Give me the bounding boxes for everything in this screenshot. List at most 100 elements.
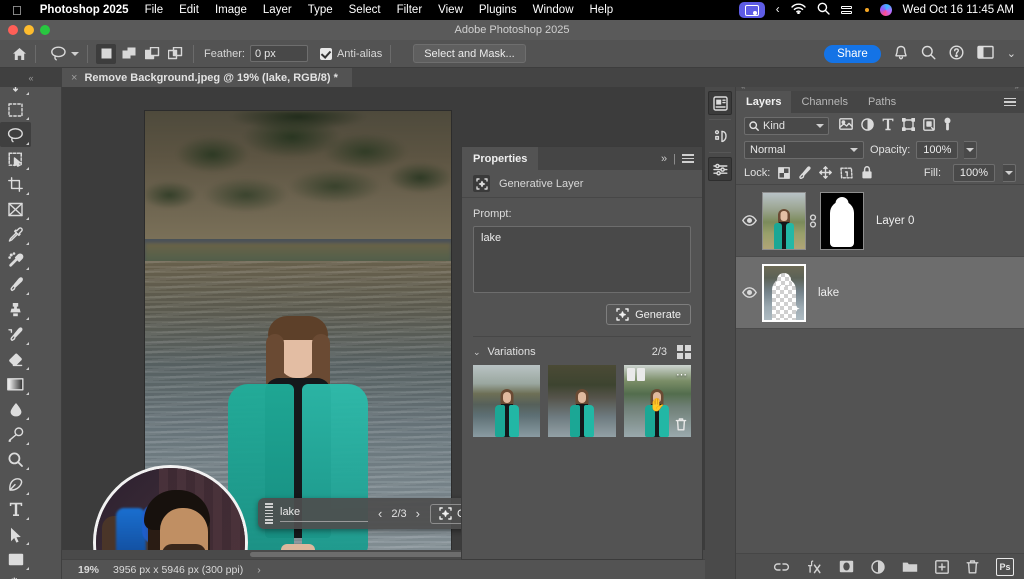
next-variation-button[interactable]: › — [416, 506, 420, 521]
delete-variation-icon[interactable] — [675, 418, 687, 434]
menu-item-filter[interactable]: Filter — [389, 4, 431, 16]
type-filter-icon[interactable] — [882, 118, 894, 134]
document-tab[interactable]: × Remove Background.jpeg @ 19% (lake, RG… — [62, 68, 352, 87]
delete-layer-icon[interactable] — [966, 560, 979, 574]
layer-name[interactable]: Layer 0 — [876, 215, 914, 227]
subtract-from-selection-button[interactable] — [142, 44, 162, 64]
menu-item-view[interactable]: View — [430, 4, 471, 16]
new-selection-button[interactable] — [96, 44, 116, 64]
menu-item-select[interactable]: Select — [341, 4, 389, 16]
libraries-panel-icon[interactable] — [708, 157, 732, 181]
filter-kind-select[interactable]: Kind — [744, 117, 829, 135]
lasso-tool[interactable] — [0, 122, 31, 147]
layer-visibility-toggle[interactable] — [736, 215, 762, 226]
feather-input[interactable] — [250, 45, 308, 62]
link-mask-icon[interactable] — [806, 212, 820, 230]
menu-item-help[interactable]: Help — [582, 4, 622, 16]
layer-name[interactable]: lake — [818, 287, 839, 299]
menu-app-name[interactable]: Photoshop 2025 — [32, 4, 137, 16]
smart-object-filter-icon[interactable] — [923, 118, 935, 134]
variation-more-icon[interactable]: ⋯ — [676, 368, 688, 381]
search-icon[interactable] — [817, 2, 830, 18]
help-icon[interactable] — [949, 45, 964, 63]
prompt-textarea[interactable]: lake — [473, 226, 691, 293]
eraser-tool[interactable] — [0, 347, 31, 372]
share-button[interactable]: Share — [824, 45, 881, 63]
properties-panel-icon[interactable] — [708, 91, 732, 115]
chevron-down-icon[interactable] — [816, 124, 824, 128]
collapse-panel-icon[interactable]: » — [661, 153, 667, 165]
antialias-group[interactable]: Anti-alias — [320, 48, 382, 60]
menu-item-plugins[interactable]: Plugins — [471, 4, 525, 16]
gradient-tool[interactable] — [0, 372, 31, 397]
lock-transparent-pixels-icon[interactable] — [778, 167, 790, 179]
pixel-filter-icon[interactable] — [839, 118, 853, 133]
variation-tools-icon[interactable] — [627, 368, 645, 381]
menu-item-layer[interactable]: Layer — [255, 4, 300, 16]
intersect-selection-button[interactable] — [165, 44, 185, 64]
home-icon[interactable] — [12, 47, 27, 61]
workspace-icon[interactable] — [977, 45, 994, 62]
add-layer-mask-icon[interactable] — [839, 560, 854, 573]
new-group-icon[interactable] — [902, 561, 918, 573]
dodge-tool[interactable] — [0, 422, 31, 447]
tab-paths[interactable]: Paths — [858, 91, 906, 113]
crop-tool[interactable] — [0, 172, 31, 197]
path-selection-tool[interactable] — [0, 522, 31, 547]
lock-artboard-icon[interactable] — [840, 167, 853, 179]
antialias-checkbox[interactable] — [320, 48, 332, 60]
panel-menu-icon[interactable] — [682, 154, 694, 163]
close-icon[interactable]: × — [71, 72, 77, 84]
panel-menu-icon[interactable] — [1004, 98, 1016, 107]
opacity-value[interactable]: 100% — [916, 141, 958, 159]
object-selection-tool[interactable] — [0, 147, 31, 172]
pen-tool[interactable] — [0, 472, 31, 497]
rectangle-tool[interactable] — [0, 547, 31, 572]
search-icon[interactable] — [921, 45, 936, 63]
clone-stamp-tool[interactable] — [0, 297, 31, 322]
ps-badge-icon[interactable]: Ps — [996, 558, 1014, 576]
variation-thumbnail-1[interactable] — [473, 365, 540, 437]
lock-all-icon[interactable] — [861, 166, 873, 179]
table-row[interactable]: Layer 0 — [736, 185, 1024, 257]
shape-filter-icon[interactable] — [902, 118, 915, 134]
generative-prompt-input[interactable]: lake — [280, 506, 368, 522]
toggle-filter-icon[interactable] — [943, 117, 952, 134]
chevron-left-icon[interactable]: ‹ — [776, 4, 780, 16]
new-layer-icon[interactable] — [935, 560, 949, 574]
tab-channels[interactable]: Channels — [791, 91, 857, 113]
marquee-tool[interactable] — [0, 97, 31, 122]
layer-style-fx-icon[interactable] — [807, 560, 822, 574]
hand-tool[interactable] — [0, 572, 31, 579]
spot-healing-brush-tool[interactable] — [0, 247, 31, 272]
layer-mask-thumbnail[interactable] — [820, 192, 864, 250]
generate-button[interactable]: Generate — [606, 304, 691, 325]
type-tool[interactable] — [0, 497, 31, 522]
layer-thumbnail[interactable] — [762, 264, 806, 322]
table-row[interactable]: lake — [736, 257, 1024, 329]
grid-view-icon[interactable] — [677, 345, 691, 359]
select-and-mask-button[interactable]: Select and Mask... — [413, 44, 526, 63]
eyedropper-tool[interactable] — [0, 222, 31, 247]
tab-properties[interactable]: Properties — [462, 147, 538, 170]
frame-tool[interactable] — [0, 197, 31, 222]
variations-header[interactable]: ⌄ Variations 2/3 — [462, 337, 702, 365]
chevron-down-icon[interactable] — [71, 52, 79, 56]
chevron-down-icon[interactable]: ⌄ — [473, 347, 481, 358]
blend-mode-select[interactable]: Normal — [744, 141, 864, 159]
menu-clock[interactable]: Wed Oct 16 11:45 AM — [903, 4, 1014, 16]
drag-handle-icon[interactable] — [265, 503, 273, 524]
menu-item-file[interactable]: File — [137, 4, 172, 16]
adjustment-filter-icon[interactable] — [861, 118, 874, 134]
menu-item-window[interactable]: Window — [525, 4, 582, 16]
menu-item-type[interactable]: Type — [300, 4, 341, 16]
control-center-icon[interactable] — [841, 6, 852, 14]
wifi-icon[interactable] — [791, 3, 806, 17]
status-expand-icon[interactable]: › — [257, 564, 261, 576]
link-layers-icon[interactable] — [773, 562, 790, 572]
fill-value[interactable]: 100% — [953, 164, 995, 182]
new-adjustment-layer-icon[interactable] — [871, 560, 885, 574]
bell-icon[interactable] — [894, 45, 908, 63]
opacity-stepper[interactable] — [964, 141, 977, 159]
history-brush-tool[interactable] — [0, 322, 31, 347]
